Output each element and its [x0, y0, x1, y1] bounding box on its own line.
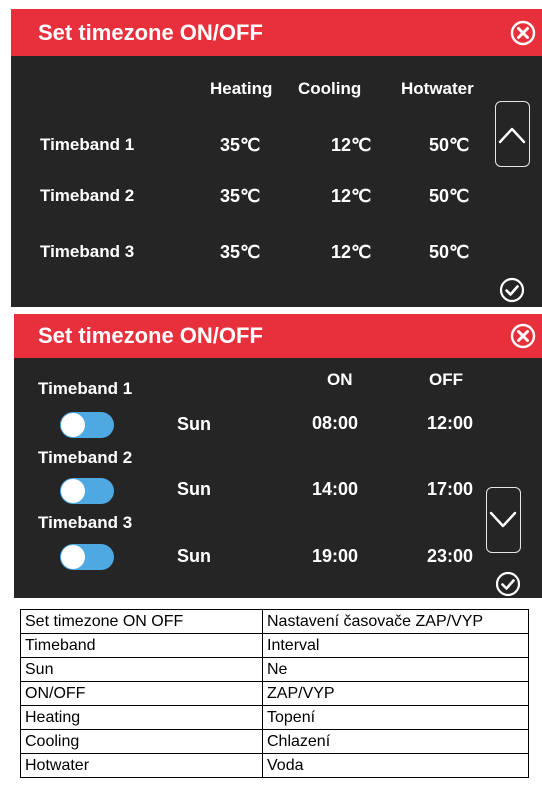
timeband-1-label: Timeband 1 [38, 379, 133, 398]
panel-title: Set timezone ON/OFF [38, 20, 263, 45]
timeband-3-label: Timeband 3 [40, 242, 135, 261]
header-cooling: Cooling [298, 79, 362, 98]
header-off: OFF [429, 370, 463, 389]
header-on: ON [327, 370, 353, 389]
term-en: Set timezone ON OFF [20, 609, 263, 634]
confirm-button[interactable] [495, 571, 521, 597]
timezone-schedule-panel: Set timezone ON/OFF ON OFF Timeband 1 Su… [14, 314, 542, 598]
term-cz: Chlazení [262, 729, 529, 754]
timeband-1-day: Sun [177, 414, 211, 434]
term-cz: Voda [262, 753, 529, 778]
term-en: Heating [20, 705, 263, 730]
timeband-2-day: Sun [177, 479, 211, 499]
timezone-temperature-panel: Set timezone ON/OFF Heating Cooling Hotw… [11, 9, 542, 307]
timeband-3-day: Sun [177, 546, 211, 566]
timeband-2-on-time[interactable]: 14:00 [312, 479, 358, 500]
toggle-knob [61, 545, 85, 569]
check-circle-icon [499, 277, 525, 303]
close-button[interactable] [510, 20, 536, 46]
translation-table: Set timezone ON OFF Nastavení časovače Z… [20, 609, 529, 778]
header-hotwater: Hotwater [401, 79, 474, 98]
term-en: Sun [20, 657, 263, 682]
timeband-1-label: Timeband 1 [40, 135, 135, 154]
title-bar: Set timezone ON/OFF [14, 314, 542, 358]
timeband-2-hotwater[interactable]: 50℃ [429, 186, 469, 207]
timeband-1-toggle[interactable] [60, 412, 114, 438]
scroll-up-button[interactable] [495, 101, 530, 167]
panel-title: Set timezone ON/OFF [38, 323, 263, 348]
term-en: Timeband [20, 633, 263, 658]
timeband-3-hotwater[interactable]: 50℃ [429, 242, 469, 263]
timeband-1-on-time[interactable]: 08:00 [312, 413, 358, 434]
term-cz: ZAP/VYP [262, 681, 529, 706]
timeband-3-heating[interactable]: 35℃ [220, 242, 260, 263]
timeband-3-toggle[interactable] [60, 544, 114, 570]
timeband-3-cooling[interactable]: 12℃ [331, 242, 371, 263]
table-row: Heating Topení [20, 705, 529, 730]
term-cz: Topení [262, 705, 529, 730]
timeband-3-off-time[interactable]: 23:00 [427, 546, 473, 567]
table-row: Set timezone ON OFF Nastavení časovače Z… [20, 609, 529, 634]
title-bar: Set timezone ON/OFF [11, 9, 542, 56]
timeband-1-heating[interactable]: 35℃ [220, 135, 260, 156]
toggle-knob [61, 413, 85, 437]
table-row: Sun Ne [20, 657, 529, 682]
term-en: ON/OFF [20, 681, 263, 706]
confirm-button[interactable] [499, 277, 525, 303]
close-circle-icon [510, 20, 536, 46]
timeband-3-on-time[interactable]: 19:00 [312, 546, 358, 567]
term-en: Cooling [20, 729, 263, 754]
timeband-2-toggle[interactable] [60, 478, 114, 504]
toggle-knob [61, 479, 85, 503]
timeband-2-off-time[interactable]: 17:00 [427, 479, 473, 500]
timeband-1-off-time[interactable]: 12:00 [427, 413, 473, 434]
table-row: ON/OFF ZAP/VYP [20, 681, 529, 706]
check-circle-icon [495, 571, 521, 597]
table-row: Timeband Interval [20, 633, 529, 658]
header-heating: Heating [210, 79, 273, 98]
timeband-1-cooling[interactable]: 12℃ [331, 135, 371, 156]
chevron-down-icon [489, 511, 517, 528]
close-button[interactable] [510, 323, 536, 349]
table-row: Cooling Chlazení [20, 729, 529, 754]
timeband-2-cooling[interactable]: 12℃ [331, 186, 371, 207]
timeband-2-label: Timeband 2 [38, 448, 133, 467]
timeband-2-heating[interactable]: 35℃ [220, 186, 260, 207]
term-cz: Interval [262, 633, 529, 658]
term-cz: Nastavení časovače ZAP/VYP [262, 609, 529, 634]
term-en: Hotwater [20, 753, 263, 778]
term-cz: Ne [262, 657, 529, 682]
timeband-3-label: Timeband 3 [38, 513, 133, 532]
close-circle-icon [510, 323, 536, 349]
table-row: Hotwater Voda [20, 753, 529, 778]
timeband-1-hotwater[interactable]: 50℃ [429, 135, 469, 156]
scroll-down-button[interactable] [486, 487, 521, 553]
timeband-2-label: Timeband 2 [40, 186, 135, 205]
chevron-up-icon [498, 127, 526, 144]
